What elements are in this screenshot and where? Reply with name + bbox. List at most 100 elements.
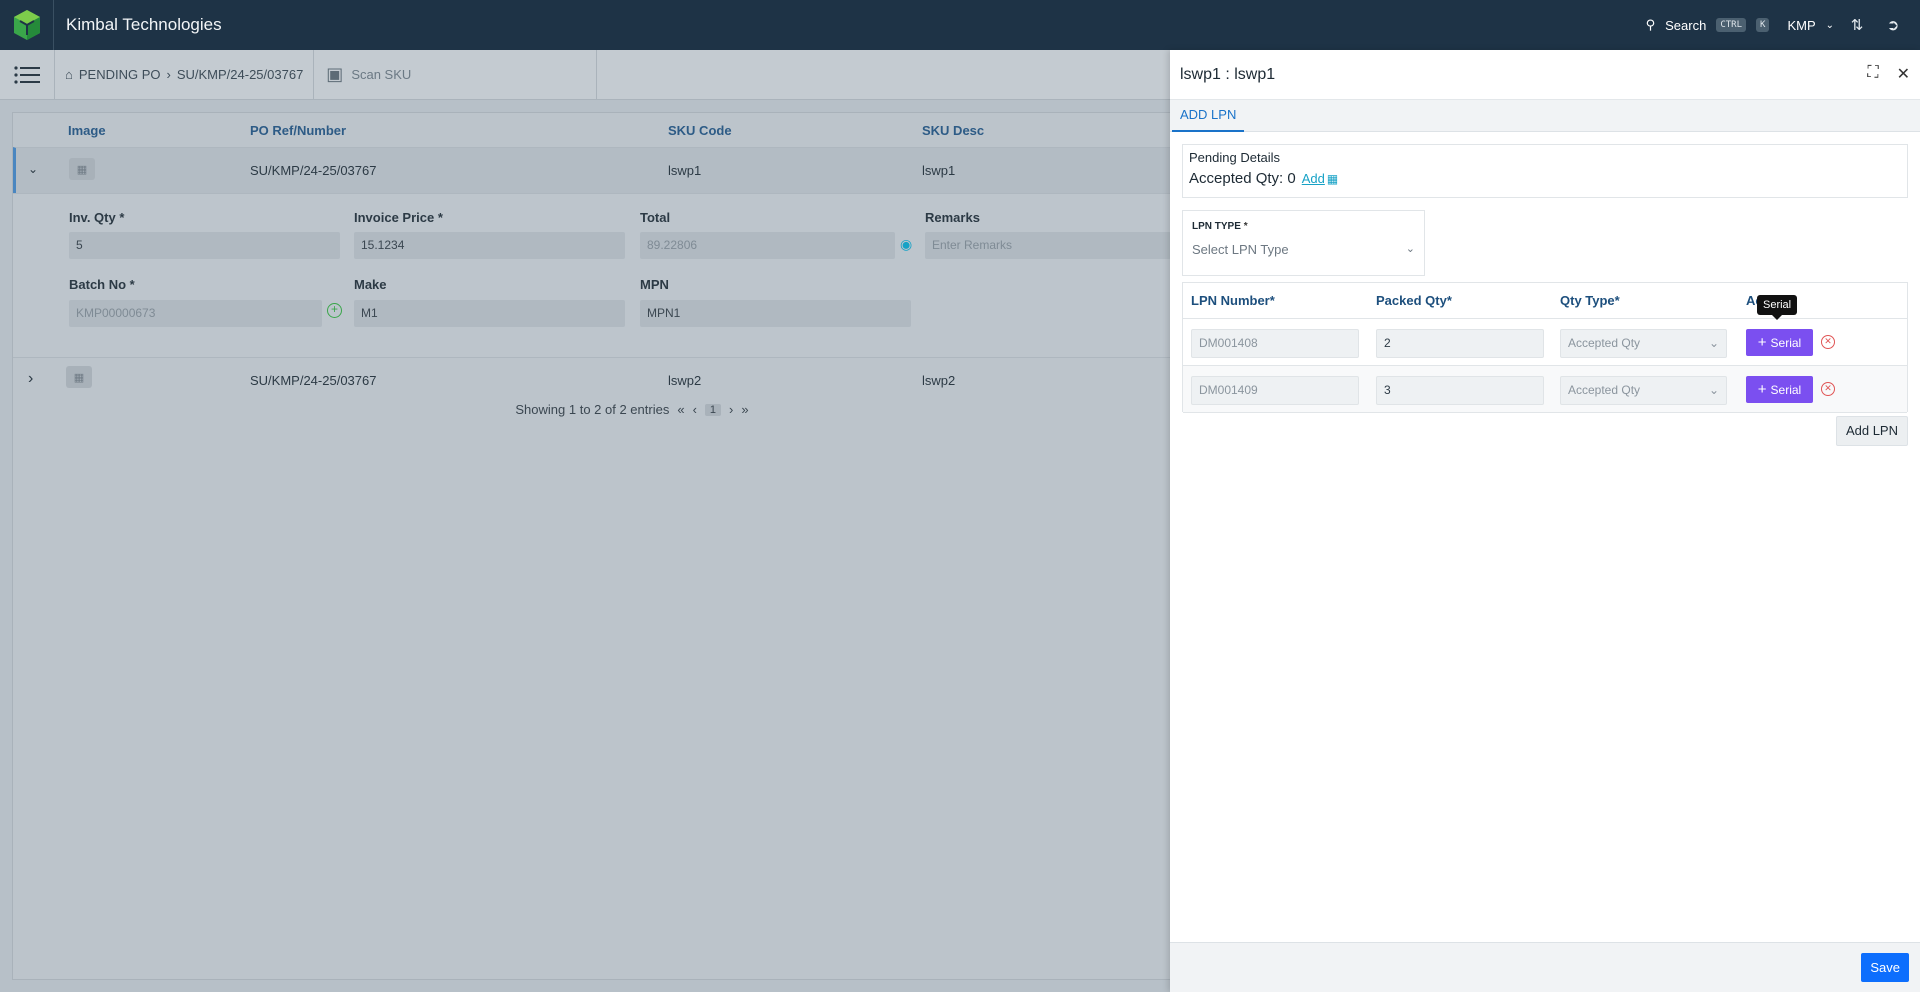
tab-add-lpn[interactable]: ADD LPN: [1172, 100, 1245, 132]
qty-type-select[interactable]: Accepted Qty ⌄: [1560, 329, 1727, 358]
list-icon: [14, 65, 40, 84]
row-detail: Inv. Qty * 5 Invoice Price * 15.1234 Tot…: [13, 193, 1171, 357]
table-row[interactable]: › ▦ SU/KMP/24-25/03767 lswp2 lswp2: [13, 357, 1171, 403]
table-row[interactable]: ⌄ ▦ SU/KMP/24-25/03767 lswp1 lswp1: [13, 147, 1171, 193]
row-sku-desc: lswp2: [922, 373, 956, 388]
breadcrumb-home[interactable]: PENDING PO: [79, 67, 161, 82]
pending-title: Pending Details: [1189, 150, 1281, 165]
inv-qty-field[interactable]: 5: [69, 232, 340, 259]
last-page-icon[interactable]: »: [741, 402, 748, 417]
mpn-field[interactable]: MPN1: [640, 300, 911, 327]
scan-sku-button[interactable]: ▣ Scan SKU: [314, 49, 598, 100]
chevron-down-icon: ⌄: [1708, 336, 1719, 350]
lpn-type-select[interactable]: Select LPN Type ⌄: [1192, 242, 1415, 257]
serial-label: Serial: [1770, 382, 1802, 397]
remove-icon[interactable]: ✕: [1821, 382, 1835, 396]
table-header: Image PO Ref/Number SKU Code SKU Desc: [13, 113, 1171, 147]
panel-tabs: ADD LPN: [1170, 100, 1920, 132]
lpn-type-placeholder: Select LPN Type: [1192, 242, 1289, 257]
search-icon[interactable]: ⚲: [1646, 17, 1656, 33]
remarks-label: Remarks: [925, 210, 980, 225]
panel-title: lswp1 : lswp1: [1180, 65, 1276, 83]
add-batch-icon[interactable]: +: [327, 303, 342, 318]
breadcrumb: ⌂ PENDING PO › SU/KMP/24-25/03767: [55, 49, 315, 100]
batch-label: Batch No *: [69, 277, 135, 292]
serial-tooltip: Serial: [1757, 295, 1798, 320]
row-sku-code: lswp2: [668, 373, 702, 388]
panel-footer: Save: [1170, 942, 1920, 992]
qty-type-select[interactable]: Accepted Qty ⌄: [1560, 376, 1727, 405]
col-sku-desc: SKU Desc: [922, 122, 985, 138]
brand-name: Kimbal Technologies: [66, 15, 222, 34]
search-label[interactable]: Search: [1665, 18, 1706, 33]
first-page-icon[interactable]: «: [677, 402, 684, 417]
chevron-down-icon: ⌄: [1708, 383, 1719, 397]
inv-qty-label: Inv. Qty *: [69, 210, 125, 225]
logout-icon[interactable]: ➲: [1880, 16, 1906, 34]
remove-icon[interactable]: ✕: [1821, 335, 1835, 349]
chevron-down-icon: ⌄: [1405, 243, 1415, 255]
serial-label: Serial: [1770, 335, 1802, 350]
kbd-ctrl: CTRL: [1716, 18, 1747, 32]
packed-qty-input[interactable]: 2: [1376, 329, 1544, 358]
packed-qty-input[interactable]: 3: [1376, 376, 1544, 405]
row-sku-desc: lswp1: [922, 163, 956, 178]
eye-icon[interactable]: ◉: [900, 236, 912, 253]
col-po-ref: PO Ref/Number: [250, 122, 347, 138]
plus-icon: +: [1757, 381, 1767, 398]
invoice-price-label: Invoice Price *: [354, 210, 443, 225]
lpn-number-field[interactable]: DM001409: [1191, 376, 1359, 405]
next-page-icon[interactable]: ›: [729, 402, 733, 417]
save-button[interactable]: Save: [1861, 953, 1909, 982]
add-link[interactable]: Add: [1302, 171, 1325, 186]
kbd-k: K: [1756, 18, 1770, 32]
pagination-info: Showing 1 to 2 of 2 entries: [515, 402, 670, 417]
image-icon: ▦: [66, 366, 92, 388]
add-lpn-panel: lswp1 : lswp1 ⛶ ✕ ADD LPN Pending Detail…: [1170, 50, 1920, 992]
org-selector[interactable]: KMP: [1787, 18, 1815, 33]
serial-button[interactable]: + Serial: [1746, 329, 1813, 356]
prev-page-icon[interactable]: ‹: [693, 402, 697, 417]
col-qty-type: Qty Type*: [1560, 293, 1620, 308]
total-label: Total: [640, 210, 671, 225]
col-packed-qty: Packed Qty*: [1376, 293, 1452, 308]
add-lpn-button[interactable]: Add LPN: [1835, 416, 1908, 446]
col-sku-code: SKU Code: [668, 122, 732, 138]
lpn-table-header: LPN Number* Packed Qty* Qty Type* Action: [1183, 283, 1907, 319]
scan-sku-label: Scan SKU: [351, 67, 412, 82]
mpn-label: MPN: [640, 277, 669, 292]
menu-button[interactable]: [0, 49, 55, 100]
serial-button[interactable]: + Serial: [1746, 376, 1813, 403]
chevron-down-icon[interactable]: ⌄: [28, 162, 38, 176]
lpn-type-label: LPN TYPE: [1192, 221, 1241, 232]
row-po-ref: SU/KMP/24-25/03767: [250, 163, 377, 178]
close-icon[interactable]: ✕: [1897, 64, 1910, 84]
breadcrumb-current: SU/KMP/24-25/03767: [176, 67, 304, 82]
chevron-right-icon[interactable]: ›: [28, 370, 33, 388]
lpn-number-field[interactable]: DM001408: [1191, 329, 1359, 358]
grid-icon[interactable]: ▦: [1327, 172, 1338, 186]
qty-type-value: Accepted Qty: [1568, 383, 1641, 397]
pagination: Showing 1 to 2 of 2 entries « ‹ 1 › »: [13, 402, 1171, 417]
row-po-ref: SU/KMP/24-25/03767: [250, 373, 377, 388]
sort-icon[interactable]: ⇅: [1844, 16, 1870, 34]
row-sku-code: lswp1: [668, 163, 702, 178]
lpn-row: DM001409 3 Accepted Qty ⌄ + Serial ✕: [1183, 366, 1907, 413]
plus-icon: +: [1757, 334, 1767, 351]
home-icon[interactable]: ⌂: [65, 67, 73, 82]
lpn-row: DM001408 2 Accepted Qty ⌄ + Serial ✕: [1183, 319, 1907, 366]
invoice-price-field[interactable]: 15.1234: [354, 232, 625, 259]
po-table: Image PO Ref/Number SKU Code SKU Desc ⌄ …: [12, 112, 1172, 980]
chevron-down-icon[interactable]: ⌄: [1826, 20, 1834, 31]
remarks-input[interactable]: Enter Remarks: [925, 232, 1171, 259]
kimbal-logo[interactable]: [0, 0, 54, 50]
page-number[interactable]: 1: [704, 403, 722, 416]
scan-icon: ▣: [326, 64, 344, 84]
expand-icon[interactable]: ⛶: [1867, 64, 1878, 84]
image-icon: ▦: [69, 158, 95, 180]
batch-field[interactable]: KMP00000673: [69, 300, 322, 327]
make-field[interactable]: M1: [354, 300, 625, 327]
lpn-table: LPN Number* Packed Qty* Qty Type* Action…: [1182, 282, 1908, 413]
chevron-right-icon: ›: [166, 67, 171, 82]
pending-details: Pending Details Accepted Qty: 0 Add ▦: [1182, 144, 1908, 198]
